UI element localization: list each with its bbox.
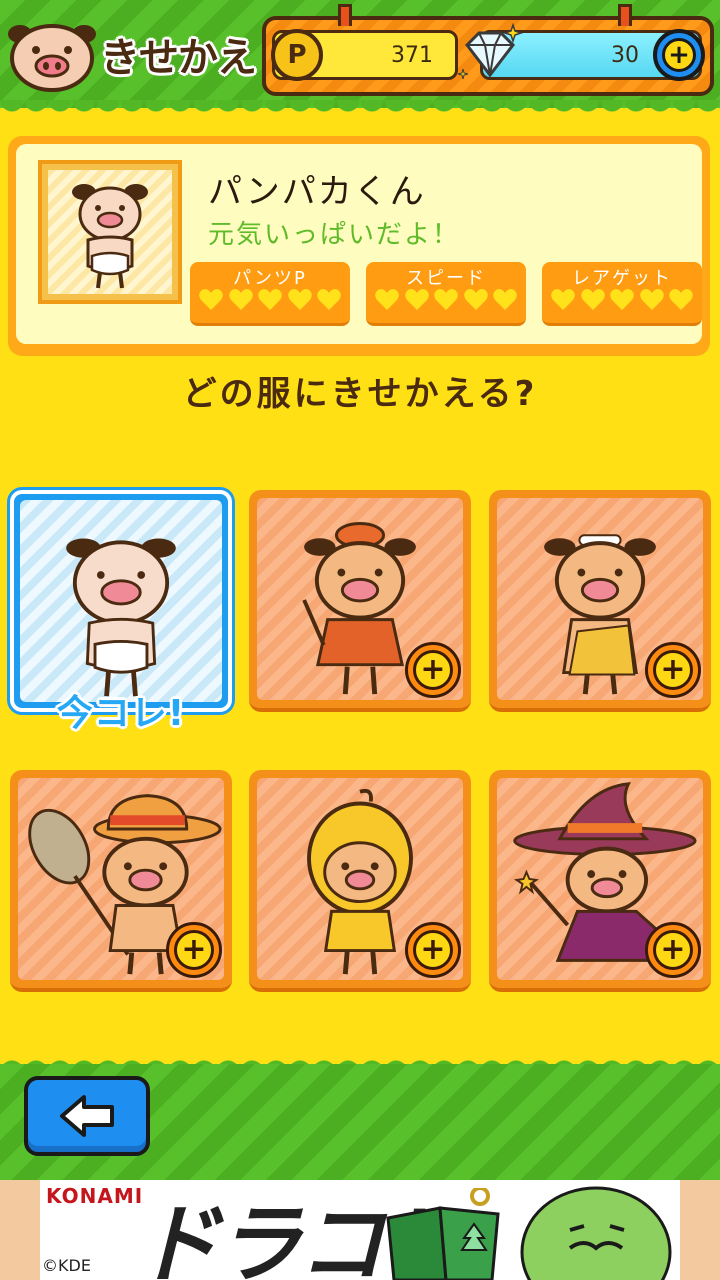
gem-value: 30 <box>611 43 639 68</box>
unlock-outfit-button[interactable]: + <box>645 922 701 978</box>
pig-character-icon <box>72 184 148 289</box>
heart-icon <box>580 289 605 310</box>
coin-icon: P <box>271 29 323 81</box>
outfit-card-caveman[interactable]: + <box>489 490 711 712</box>
unlock-outfit-button[interactable]: + <box>405 642 461 698</box>
heart-icon <box>404 289 429 310</box>
ad-copyright: ©KDE <box>42 1256 91 1275</box>
stat-hearts <box>374 288 518 312</box>
stat-label: パンツP <box>233 268 307 289</box>
outfit-card-yellow-hood[interactable]: + <box>249 770 471 992</box>
stat-label: スピード <box>406 268 486 289</box>
unlock-outfit-button[interactable]: + <box>166 922 222 978</box>
stat-label: レアゲット <box>572 268 672 289</box>
plus-icon: + <box>662 38 696 72</box>
outfit-card-painter[interactable]: + <box>249 490 471 712</box>
buy-gems-button[interactable]: + <box>653 29 705 81</box>
pig-default-outfit-icon <box>66 538 176 697</box>
heart-icon <box>434 289 458 310</box>
pig-face-icon <box>8 16 96 92</box>
ad-content[interactable]: ドラコレ KONAMI ©KDE <box>40 1180 680 1280</box>
heart-icon <box>228 289 253 310</box>
title-label: きせかえ <box>100 35 257 81</box>
outfit-card-witch[interactable]: + <box>489 770 711 992</box>
heart-icon <box>317 289 341 310</box>
back-button[interactable] <box>24 1076 150 1156</box>
plus-icon: + <box>653 650 693 690</box>
character-portrait <box>38 160 182 304</box>
plus-icon: + <box>174 930 214 970</box>
ad-brand: KONAMI <box>46 1184 144 1208</box>
heart-icon <box>551 289 575 310</box>
unlock-outfit-button[interactable]: + <box>645 642 701 698</box>
heart-icon <box>463 289 488 310</box>
heart-icon <box>287 289 312 310</box>
character-panel-inner: パンパカくん 元気いっぱいだよ！ パンツP スピード レアゲット <box>16 144 702 344</box>
monster-icon <box>520 1186 672 1280</box>
outfit-card-bug-catcher[interactable]: + <box>10 770 232 992</box>
stat-hearts <box>550 288 694 312</box>
heart-icon <box>610 289 634 310</box>
hanger-left <box>338 4 352 26</box>
book-icon <box>386 1188 500 1280</box>
outfit-card-default[interactable]: 今コレ! <box>10 490 232 734</box>
character-panel: パンパカくん 元気いっぱいだよ！ パンツP スピード レアゲット <box>8 136 710 356</box>
coin-counter: P 371 <box>271 29 458 81</box>
arrow-left-icon <box>60 1095 114 1137</box>
heart-icon <box>669 289 693 310</box>
character-name: パンパカくん <box>208 172 426 212</box>
plus-icon: + <box>653 930 693 970</box>
header-scallop <box>0 100 720 122</box>
unlock-outfit-button[interactable]: + <box>405 922 461 978</box>
plus-icon: + <box>413 930 453 970</box>
character-description: 元気いっぱいだよ！ <box>208 220 461 250</box>
screen-title: きせかえ <box>8 16 257 92</box>
stat-speed: スピード <box>366 262 526 326</box>
stat-rare-get: レアゲット <box>542 262 702 326</box>
heart-icon <box>258 289 282 310</box>
currency-panel: P 371 30 + <box>262 4 714 96</box>
ad-banner[interactable]: ドラコレ KONAMI ©KDE <box>0 1180 720 1280</box>
outfit-prompt: どの服にきせかえる? <box>182 374 538 414</box>
diamond-icon <box>457 22 523 80</box>
stat-pants-points: パンツP <box>190 262 350 326</box>
current-outfit-badge: 今コレ! <box>56 693 186 734</box>
heart-icon <box>375 289 399 310</box>
gem-counter: 30 + <box>457 22 705 81</box>
coin-value: 371 <box>391 43 433 68</box>
heart-icon <box>199 289 223 310</box>
stat-hearts <box>198 288 342 312</box>
plus-icon: + <box>413 650 453 690</box>
heart-icon <box>639 289 664 310</box>
hanger-right <box>618 4 632 26</box>
heart-icon <box>493 289 517 310</box>
